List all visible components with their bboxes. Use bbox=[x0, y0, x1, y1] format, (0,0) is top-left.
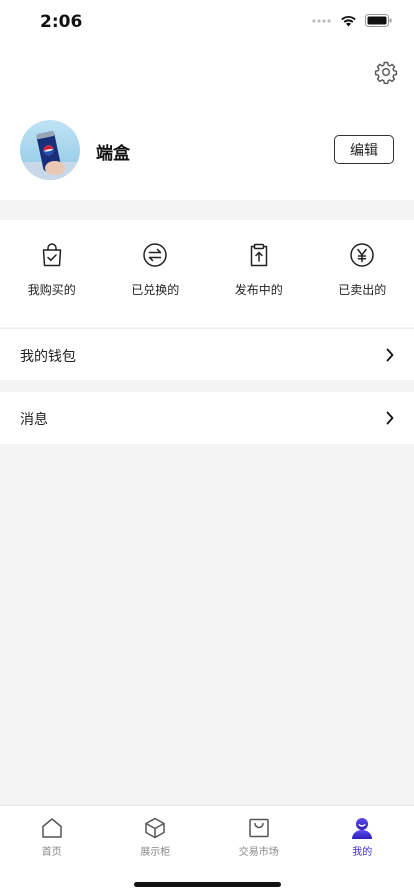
chevron-right-icon bbox=[386, 411, 394, 425]
profile-area: 端盒 编辑 bbox=[0, 44, 414, 200]
order-label: 发布中的 bbox=[234, 283, 283, 297]
tab-label: 交易市场 bbox=[238, 847, 279, 858]
gear-icon[interactable] bbox=[374, 60, 398, 84]
order-label: 我购买的 bbox=[27, 283, 76, 297]
user-icon bbox=[352, 818, 373, 839]
order-shortcuts: 我购买的 已兑换的 发布中的 已卖出的 bbox=[0, 220, 414, 327]
yen-icon bbox=[350, 243, 374, 267]
tab-label: 展示柜 bbox=[140, 847, 171, 858]
bag-icon bbox=[249, 818, 269, 838]
tab-mine[interactable]: 我的 bbox=[311, 806, 414, 896]
exchange-icon bbox=[143, 243, 167, 267]
order-item-publishing[interactable]: 发布中的 bbox=[207, 220, 311, 327]
order-item-bought[interactable]: 我购买的 bbox=[0, 220, 104, 327]
avatar[interactable] bbox=[20, 120, 80, 180]
tab-home[interactable]: 首页 bbox=[0, 806, 104, 896]
username: 端盒 bbox=[96, 144, 130, 164]
clipboard-upload-icon bbox=[250, 243, 267, 267]
tab-label: 我的 bbox=[352, 847, 373, 858]
order-label: 已兑换的 bbox=[131, 283, 180, 297]
status-time: 2:06 bbox=[40, 12, 83, 32]
status-bar: 2:06 bbox=[0, 0, 414, 44]
cube-icon bbox=[145, 817, 165, 839]
tab-label: 首页 bbox=[41, 847, 62, 858]
my-wallet-label: 我的钱包 bbox=[20, 349, 76, 365]
messages-label: 消息 bbox=[20, 412, 48, 428]
order-item-exchanged[interactable]: 已兑换的 bbox=[104, 220, 208, 327]
wifi-icon bbox=[341, 15, 356, 27]
battery-icon bbox=[365, 14, 392, 27]
home-icon bbox=[42, 818, 62, 838]
order-item-sold[interactable]: 已卖出的 bbox=[311, 220, 414, 327]
status-icons bbox=[312, 14, 392, 27]
messages-row[interactable]: 消息 bbox=[0, 392, 414, 444]
shopping-bag-check-icon bbox=[42, 243, 61, 267]
chevron-right-icon bbox=[386, 348, 394, 362]
order-label: 已卖出的 bbox=[338, 283, 387, 297]
signal-icon bbox=[312, 18, 331, 23]
my-wallet-row[interactable]: 我的钱包 bbox=[0, 328, 414, 380]
profile-header: 端盒 编辑 bbox=[20, 120, 394, 180]
edit-profile-button[interactable]: 编辑 bbox=[334, 135, 394, 164]
home-indicator bbox=[134, 882, 281, 887]
